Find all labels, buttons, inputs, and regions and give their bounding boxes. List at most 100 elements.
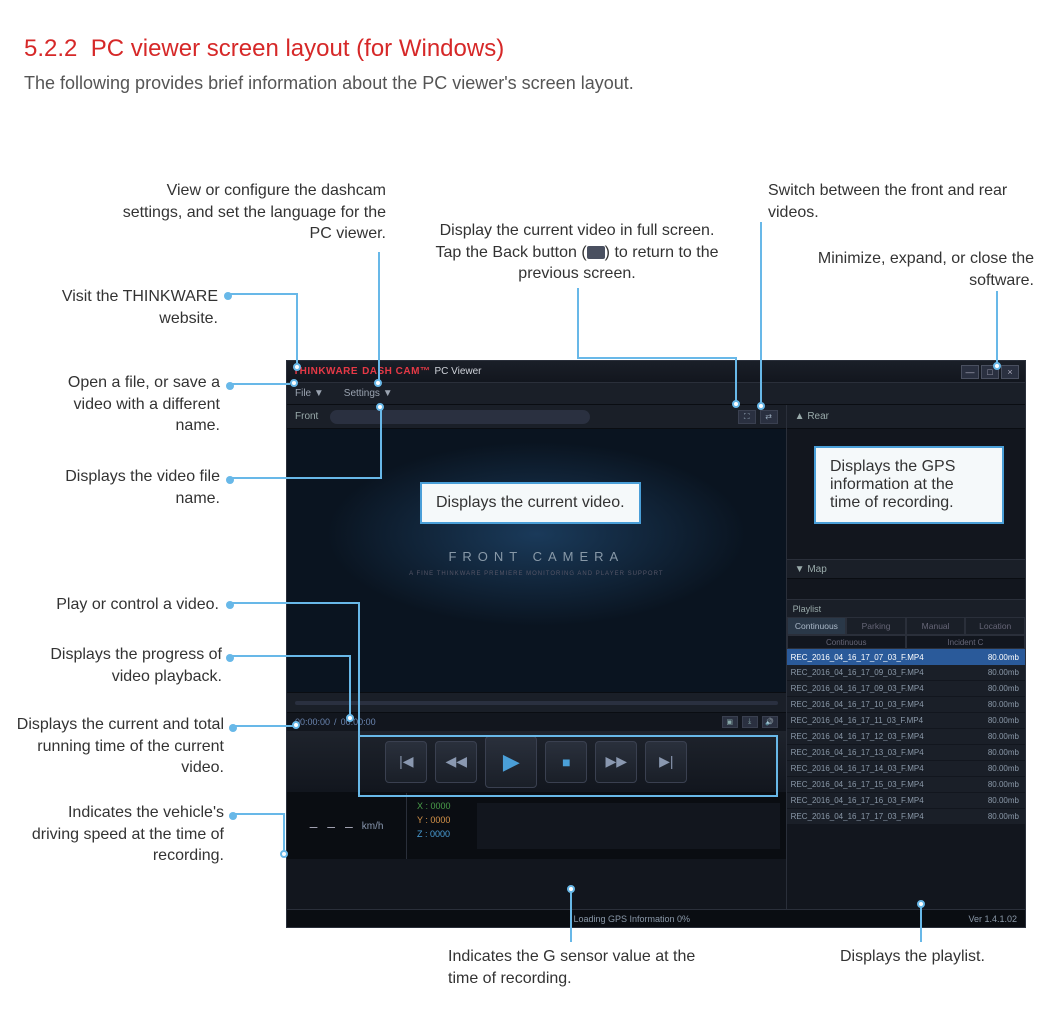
front-label: Front [295, 411, 318, 422]
callout-play: Play or control a video. [34, 594, 219, 616]
playlist-item-size: 80.00mb [975, 653, 1023, 662]
playlist-item-size: 80.00mb [975, 700, 1023, 709]
time-sep: / [334, 717, 337, 727]
swap-button[interactable]: ⇄ [760, 410, 778, 424]
window-controls: — □ × [961, 365, 1019, 379]
playlist-item-name: REC_2016_04_16_17_15_03_F.MP4 [789, 780, 975, 789]
filename-box [330, 410, 590, 424]
map-header[interactable]: ▼ Map [787, 559, 1025, 579]
playlist-item[interactable]: REC_2016_04_16_17_10_03_F.MP480.00mb [787, 697, 1025, 713]
rear-label: ▲ Rear [795, 411, 829, 422]
brand-thinkware: THINKWARE [293, 366, 358, 377]
callout-file: Open a file, or save a video with a diff… [30, 372, 220, 437]
front-camera-sub: A FINE THINKWARE PREMIERE MONITORING AND… [287, 571, 786, 577]
callout-progress: Displays the progress of video playback. [22, 644, 222, 687]
map-label: ▼ Map [795, 564, 827, 575]
menu-file[interactable]: File ▼ [295, 388, 324, 399]
playlist-item-name: REC_2016_04_16_17_09_03_F.MP4 [789, 668, 975, 677]
playlist-item-size: 80.00mb [975, 796, 1023, 805]
front-camera-text: FRONT CAMERA [287, 549, 786, 564]
minimize-button[interactable]: — [961, 365, 979, 379]
playlist-tabs: Continuous Parking Manual Location [787, 617, 1025, 635]
playlist-item[interactable]: REC_2016_04_16_17_16_03_F.MP480.00mb [787, 793, 1025, 809]
capture-icon[interactable]: ▣ [722, 716, 738, 728]
status-loading: Loading GPS Information 0% [573, 914, 690, 924]
tab-continuous[interactable]: Continuous [787, 617, 847, 635]
forward-button[interactable]: ▶▶ [595, 741, 637, 783]
playlist-item-size: 80.00mb [975, 748, 1023, 757]
map-view [787, 579, 1025, 599]
prev-button[interactable]: |◀ [385, 741, 427, 783]
back-icon [587, 246, 605, 259]
playlist-item-size: 80.00mb [975, 812, 1023, 821]
anno-gps: Displays the GPS information at the time… [814, 446, 1004, 524]
time-current: 00:00:00 [295, 717, 330, 727]
callout-filename: Displays the video file name. [30, 466, 220, 509]
speed-box: – – – km/h [287, 793, 407, 859]
playlist-item-size: 80.00mb [975, 668, 1023, 677]
section-number: 5.2.2 [24, 35, 77, 62]
stop-button[interactable]: ■ [545, 741, 587, 783]
rewind-button[interactable]: ◀◀ [435, 741, 477, 783]
fullscreen-button[interactable]: ⛶ [738, 410, 756, 424]
callout-settings: View or configure the dashcam settings, … [116, 180, 386, 245]
section-title: 5.2.2 PC viewer screen layout (for Windo… [0, 0, 1052, 63]
play-button[interactable]: ▶ [485, 736, 537, 788]
next-button[interactable]: ▶| [645, 741, 687, 783]
section-title-text: PC viewer screen layout (for Windows) [91, 35, 504, 62]
playlist-item-size: 80.00mb [975, 780, 1023, 789]
gsensor-graph [477, 803, 780, 849]
speed-gsensor-row: – – – km/h X : 0000 Y : 0000 Z : 0000 [287, 793, 786, 859]
playlist-item[interactable]: REC_2016_04_16_17_14_03_F.MP480.00mb [787, 761, 1025, 777]
callout-time: Displays the current and total running t… [16, 714, 224, 779]
tab-location[interactable]: Location [965, 617, 1025, 635]
rear-header[interactable]: ▲ Rear [787, 405, 1025, 429]
save-icon[interactable]: ⤓ [742, 716, 758, 728]
playlist-item-name: REC_2016_04_16_17_09_03_F.MP4 [789, 684, 975, 693]
left-panel: Front ⛶ ⇄ FRONT CAMERA A FINE THINKWARE … [287, 405, 786, 909]
playlist-item[interactable]: REC_2016_04_16_17_13_03_F.MP480.00mb [787, 745, 1025, 761]
playlist-item[interactable]: REC_2016_04_16_17_09_03_F.MP480.00mb [787, 681, 1025, 697]
playlist-item[interactable]: REC_2016_04_16_17_11_03_F.MP480.00mb [787, 713, 1025, 729]
callout-website: Visit the THINKWARE website. [38, 286, 218, 329]
playlist-item[interactable]: REC_2016_04_16_17_09_03_F.MP480.00mb [787, 665, 1025, 681]
playlist-header: Playlist [787, 599, 1025, 617]
callout-gsensor: Indicates the G sensor value at the time… [448, 946, 698, 989]
playlist-item-name: REC_2016_04_16_17_14_03_F.MP4 [789, 764, 975, 773]
callout-fullscreen: Display the current video in full screen… [432, 220, 722, 285]
subcol-incident: Incident C [906, 635, 1025, 649]
playlist-item-size: 80.00mb [975, 716, 1023, 725]
statusbar: Loading GPS Information 0% Ver 1.4.1.02 [287, 909, 1025, 927]
playlist-item[interactable]: REC_2016_04_16_17_07_03_F.MP480.00mb [787, 649, 1025, 665]
playlist-item-size: 80.00mb [975, 732, 1023, 741]
playlist-item-name: REC_2016_04_16_17_17_03_F.MP4 [789, 812, 975, 821]
playlist-item[interactable]: REC_2016_04_16_17_12_03_F.MP480.00mb [787, 729, 1025, 745]
playlist-subheader: Continuous Incident C [787, 635, 1025, 649]
anno-current-video: Displays the current video. [420, 482, 641, 524]
menu-settings[interactable]: Settings ▼ [344, 388, 393, 399]
progress-bar[interactable] [295, 701, 778, 705]
callout-playlist: Displays the playlist. [840, 946, 1020, 968]
close-button[interactable]: × [1001, 365, 1019, 379]
controls-row: |◀ ◀◀ ▶ ■ ▶▶ ▶| [287, 731, 786, 793]
brand-dashcam: DASH CAM™ [362, 366, 430, 377]
status-version: Ver 1.4.1.02 [968, 914, 1017, 924]
section-subtitle: The following provides brief information… [0, 63, 1052, 94]
tab-parking[interactable]: Parking [846, 617, 906, 635]
playlist-item[interactable]: REC_2016_04_16_17_17_03_F.MP480.00mb [787, 809, 1025, 825]
diagram: View or configure the dashcam settings, … [0, 150, 1052, 1000]
gsensor-box: X : 0000 Y : 0000 Z : 0000 [407, 793, 786, 859]
playlist-item-name: REC_2016_04_16_17_13_03_F.MP4 [789, 748, 975, 757]
playlist-item-size: 80.00mb [975, 684, 1023, 693]
callout-switch: Switch between the front and rear videos… [768, 180, 1008, 223]
playlist-item[interactable]: REC_2016_04_16_17_15_03_F.MP480.00mb [787, 777, 1025, 793]
tab-manual[interactable]: Manual [906, 617, 966, 635]
menubar: File ▼ Settings ▼ [287, 383, 1025, 405]
titlebar: THINKWARE DASH CAM™ PC Viewer — □ × [287, 361, 1025, 383]
callout-speed: Indicates the vehicle's driving speed at… [22, 802, 224, 867]
volume-icon[interactable]: 🔊 [762, 716, 778, 728]
playlist-items: REC_2016_04_16_17_07_03_F.MP480.00mbREC_… [787, 649, 1025, 909]
playlist-item-name: REC_2016_04_16_17_12_03_F.MP4 [789, 732, 975, 741]
playlist-item-size: 80.00mb [975, 764, 1023, 773]
playlist-item-name: REC_2016_04_16_17_16_03_F.MP4 [789, 796, 975, 805]
